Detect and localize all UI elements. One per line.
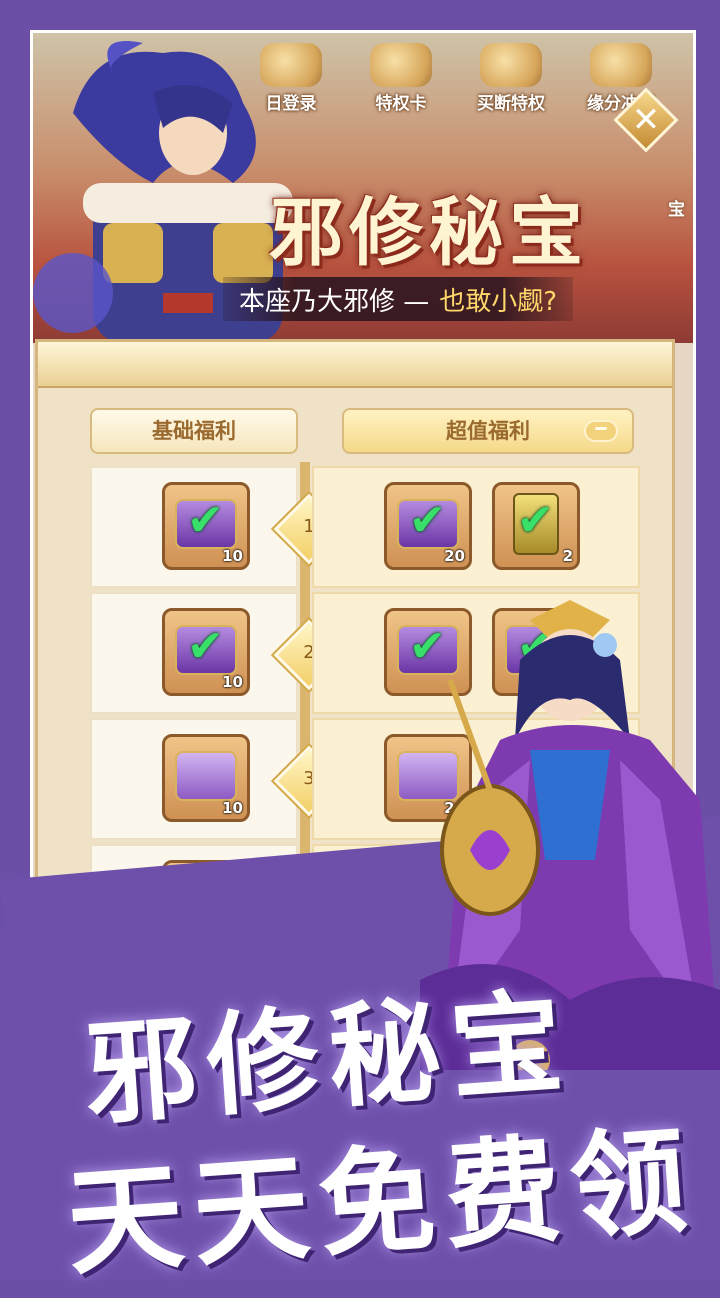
side-label: 宝 (668, 200, 685, 220)
ranking-icon (590, 43, 652, 87)
reward-slot[interactable]: ✔ 20 (384, 482, 472, 570)
premium-reward-row: ✔ 20 ✔ 2 (312, 466, 640, 588)
chevron-down-icon[interactable] (584, 420, 618, 442)
basic-reward-row: ✔ 10 (90, 592, 298, 714)
nav-label: 特权卡 (375, 94, 427, 114)
privilege-card-icon-button[interactable]: 特权卡 (351, 43, 451, 114)
treasure-chest-icon (175, 751, 237, 801)
privilege-card-icon (370, 43, 432, 87)
tagline-part-a: 本座乃大邪修 — (239, 286, 430, 317)
basic-reward-row: 10 (90, 718, 298, 840)
event-tagline: 本座乃大邪修 — 也敢小觑? (223, 277, 574, 321)
reward-count: 2 (562, 547, 573, 565)
reward-count: 10 (222, 799, 243, 817)
nav-label: 买断特权 (477, 94, 545, 114)
reward-count: 10 (222, 547, 243, 565)
checkmark-icon: ✔ (187, 621, 224, 672)
checkmark-icon: ✔ (517, 495, 554, 546)
checkmark-icon: ✔ (187, 495, 224, 546)
buyout-privilege-icon-button[interactable]: 买断特权 (461, 43, 561, 114)
tab-premium-rewards[interactable]: 超值福利 (342, 408, 634, 454)
reward-slot[interactable]: ✔ 10 (162, 482, 250, 570)
event-banner: 日登录 特权卡 买断特权 缘分冲榜 宝 ✕ 邪修秘宝 本座乃大邪修 — 也敢小觑… (33, 33, 693, 343)
tab-label: 基础福利 (152, 419, 236, 443)
tab-basic-rewards[interactable]: 基础福利 (90, 408, 298, 454)
board-rim (38, 342, 672, 388)
tagline-part-b: 也敢小觑? (439, 286, 558, 317)
tab-label: 超值福利 (446, 419, 530, 443)
reward-slot[interactable]: ✔ 10 (162, 608, 250, 696)
reward-count: 10 (222, 673, 243, 691)
reward-slot[interactable]: 10 (162, 734, 250, 822)
buyout-privilege-icon (480, 43, 542, 87)
checkmark-icon: ✔ (409, 495, 446, 546)
close-icon: ✕ (631, 100, 661, 140)
reward-count: 20 (444, 547, 465, 565)
reward-slot[interactable]: ✔ 2 (492, 482, 580, 570)
event-title: 邪修秘宝 (269, 190, 589, 276)
basic-reward-row: ✔ 10 (90, 466, 298, 588)
